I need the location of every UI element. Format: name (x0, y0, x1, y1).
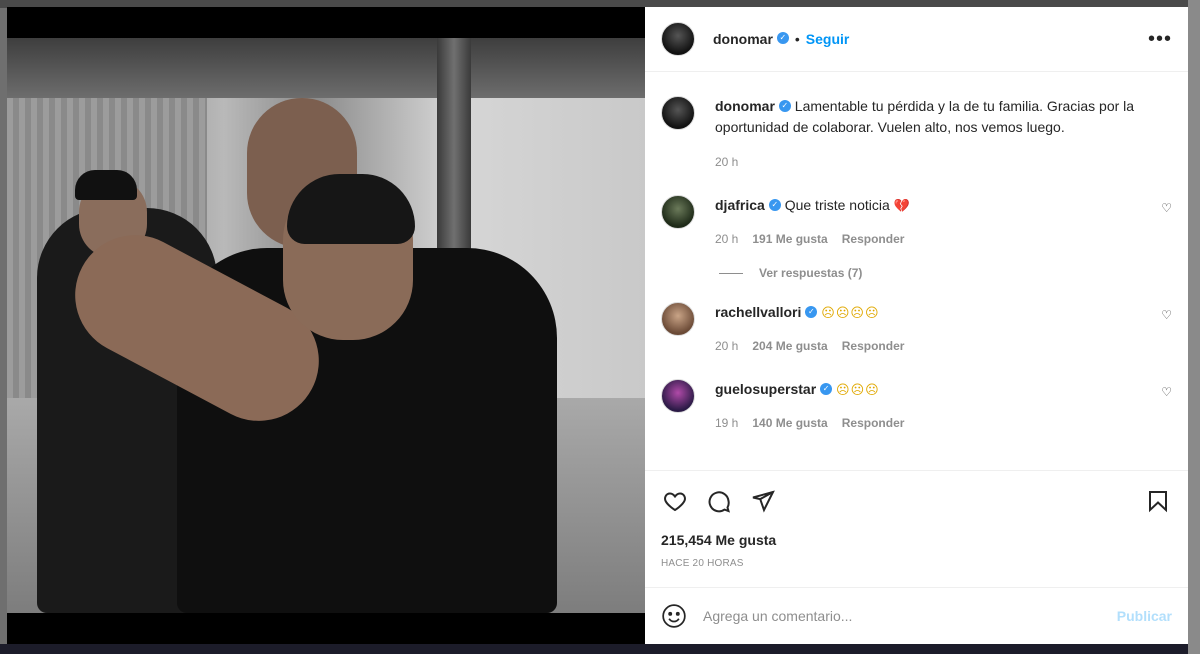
avatar[interactable] (661, 302, 695, 336)
follow-button[interactable]: Seguir (806, 31, 850, 47)
avatar[interactable] (661, 195, 695, 229)
comment-time[interactable]: 20 h (715, 336, 738, 357)
comment-time[interactable]: 19 h (715, 413, 738, 434)
backdrop-right (1188, 0, 1200, 654)
comment-time[interactable]: 20 h (715, 229, 738, 250)
sad-face-emoji: ☹☹☹ (836, 383, 880, 398)
list-item: djafrica ✓ Que triste noticia 💔 20 h 191 … (661, 195, 1172, 250)
view-replies-button[interactable]: Ver respuestas (7) (719, 266, 1172, 280)
comment-likes[interactable]: 191 Me gusta (752, 229, 827, 250)
share-icon[interactable] (749, 487, 777, 515)
comment-username[interactable]: guelosuperstar (715, 381, 816, 397)
caption-username[interactable]: donomar (715, 98, 775, 114)
publish-button[interactable]: Publicar (1117, 608, 1172, 624)
avatar[interactable] (661, 22, 695, 56)
action-bar (645, 470, 1188, 530)
emoji-icon[interactable] (661, 603, 687, 629)
heart-icon[interactable] (661, 487, 689, 515)
broken-heart-emoji: 💔 (893, 199, 910, 214)
view-replies-label: Ver respuestas (7) (759, 266, 863, 280)
separator-dot: • (794, 31, 800, 47)
like-comment-icon[interactable]: ♡ (1161, 201, 1172, 215)
post-side-panel: donomar ✓ • Seguir ••• donomar ✓ Lamentab… (645, 7, 1188, 644)
reply-button[interactable]: Responder (842, 336, 905, 357)
photo-person-front-hair (287, 174, 415, 244)
sad-face-emoji: ☹☹☹☹ (821, 306, 880, 321)
verified-icon: ✓ (778, 100, 791, 113)
add-comment-bar: Publicar (645, 587, 1188, 644)
backdrop-bottom (0, 644, 1200, 654)
post-photo[interactable] (7, 38, 645, 613)
verified-icon: ✓ (776, 32, 789, 44)
post-timestamp[interactable]: HACE 20 HORAS (645, 558, 1188, 569)
likes-count[interactable]: 215,454 Me gusta (645, 532, 1188, 548)
list-item: guelosuperstar ✓ ☹☹☹ 19 h 140 Me gusta Re… (661, 379, 1172, 434)
avatar[interactable] (661, 379, 695, 413)
photo-roof (7, 38, 645, 98)
photo-person-left-cap (75, 170, 137, 200)
comment-likes[interactable]: 140 Me gusta (752, 413, 827, 434)
bookmark-icon[interactable] (1144, 487, 1172, 515)
comment-text: Que triste noticia (784, 197, 890, 213)
caption-text: Lamentable tu pérdida y la de tu familia… (715, 98, 1135, 135)
comment-input[interactable] (703, 608, 1117, 624)
comments-list[interactable]: donomar ✓ Lamentable tu pérdida y la de t… (645, 72, 1188, 470)
comment-username[interactable]: djafrica (715, 197, 765, 213)
comment-icon[interactable] (705, 487, 733, 515)
verified-icon: ✓ (768, 199, 781, 212)
avatar[interactable] (661, 96, 695, 130)
caption: donomar ✓ Lamentable tu pérdida y la de t… (661, 96, 1172, 173)
post-media[interactable] (7, 7, 645, 644)
more-icon[interactable]: ••• (1148, 29, 1172, 49)
post-modal: donomar ✓ • Seguir ••• donomar ✓ Lamentab… (7, 7, 1188, 644)
replies-line (719, 272, 743, 274)
post-header: donomar ✓ • Seguir ••• (645, 7, 1188, 72)
caption-time[interactable]: 20 h (715, 152, 738, 173)
like-comment-icon[interactable]: ♡ (1161, 385, 1172, 399)
like-comment-icon[interactable]: ♡ (1161, 308, 1172, 322)
verified-icon: ✓ (805, 306, 818, 319)
reply-button[interactable]: Responder (842, 413, 905, 434)
author-username[interactable]: donomar (713, 31, 773, 47)
comment-username[interactable]: rachellvallori (715, 304, 801, 320)
comment-likes[interactable]: 204 Me gusta (752, 336, 827, 357)
verified-icon: ✓ (820, 383, 833, 396)
list-item: rachellvallori ✓ ☹☹☹☹ 20 h 204 Me gusta R… (661, 302, 1172, 357)
reply-button[interactable]: Responder (842, 229, 905, 250)
